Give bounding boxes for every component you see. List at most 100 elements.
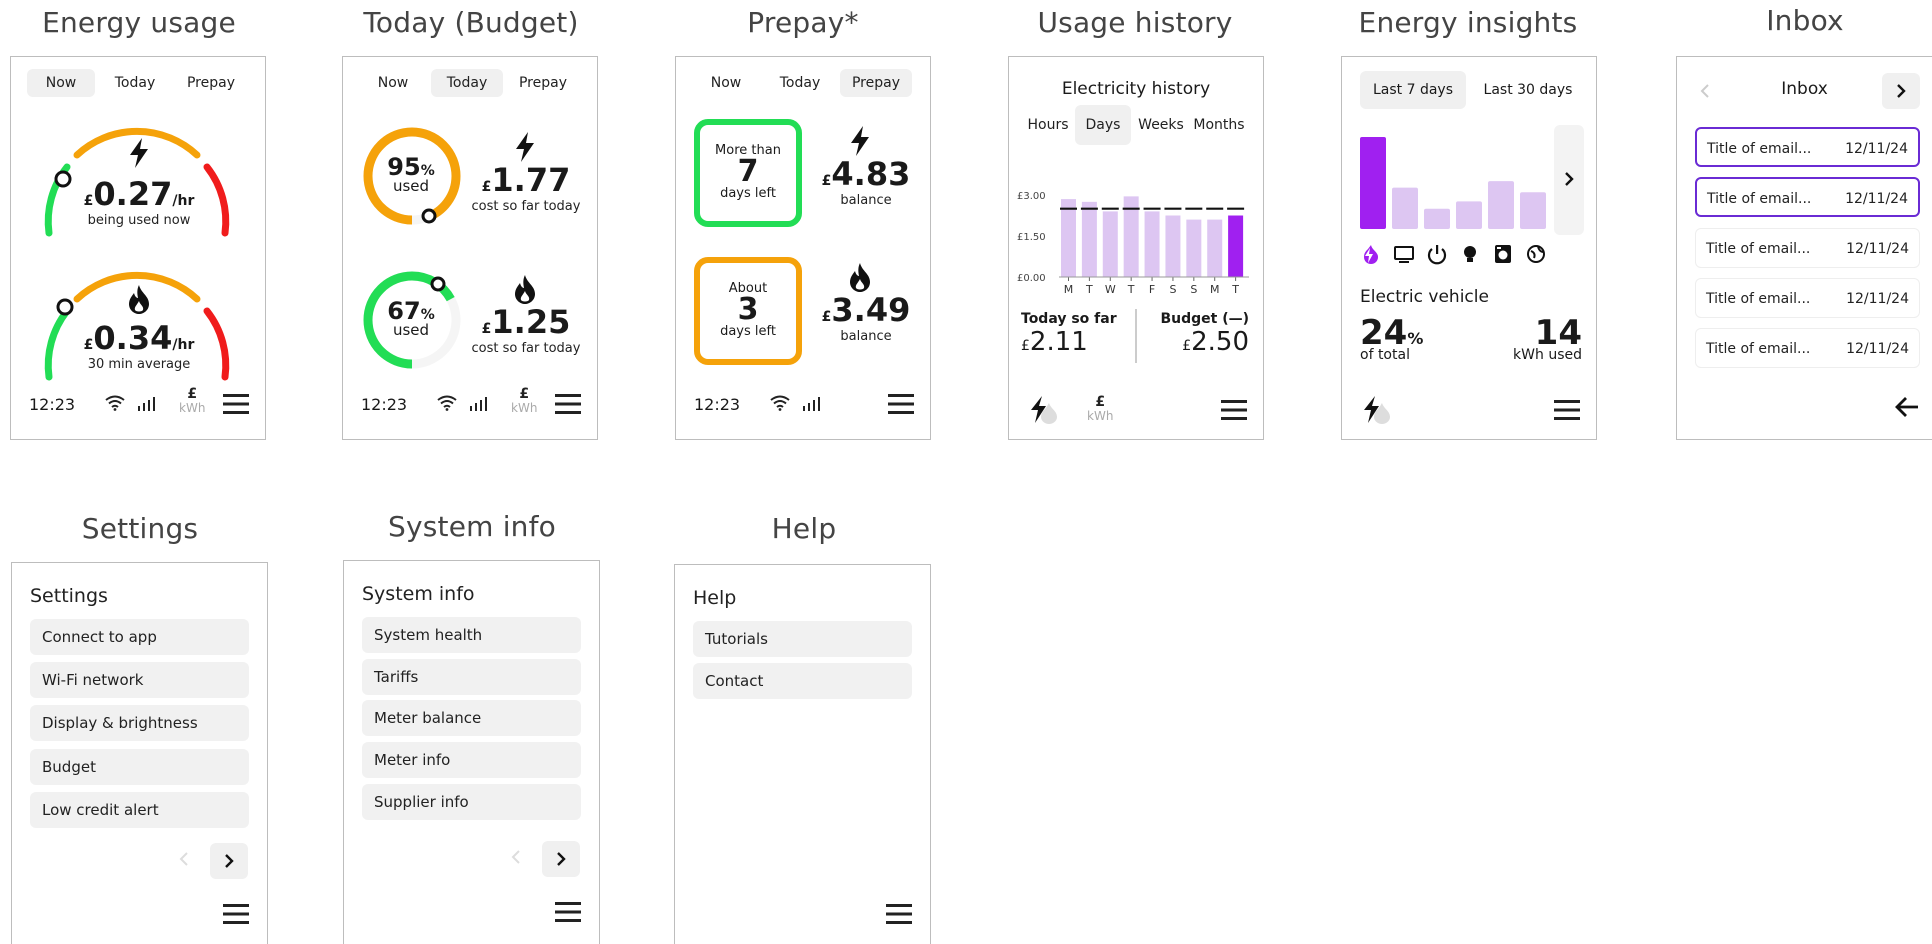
bar	[1165, 215, 1181, 277]
settings-item-budget[interactable]: Budget	[30, 749, 249, 785]
tab-last-7-days[interactable]: Last 7 days	[1360, 71, 1466, 109]
section-title-energy-insights: Energy insights	[1358, 6, 1578, 39]
tab-weeks[interactable]: Weeks	[1133, 111, 1189, 139]
kwh-unit: kWh	[511, 401, 538, 415]
y-tick-label: £1.50	[1017, 232, 1046, 243]
settings-item-wifi-network[interactable]: Wi-Fi network	[30, 662, 249, 698]
help-item-contact[interactable]: Contact	[693, 663, 912, 699]
tab-today[interactable]: Today	[431, 69, 503, 97]
chevron-left-icon[interactable]	[1699, 83, 1711, 99]
system-item-supplier-info[interactable]: Supplier info	[362, 784, 581, 820]
email-row[interactable]: Title of email... 12/11/24	[1695, 127, 1920, 167]
menu-icon[interactable]	[555, 901, 581, 923]
x-tick-label: M	[1064, 283, 1074, 296]
cost-caption: cost so far today	[471, 199, 581, 214]
wifi-icon	[770, 395, 790, 411]
system-item-tariffs[interactable]: Tariffs	[362, 659, 581, 695]
settings-item-low-credit-alert[interactable]: Low credit alert	[30, 792, 249, 828]
x-tick-label: S	[1169, 283, 1176, 296]
gas-cost: £1.25 cost so far today	[465, 303, 587, 356]
tab-months[interactable]: Months	[1191, 111, 1247, 139]
email-row[interactable]: Title of email... 12/11/24	[1695, 278, 1920, 318]
tab-now[interactable]: Now	[27, 69, 95, 97]
wifi-icon	[105, 395, 125, 411]
tab-prepay[interactable]: Prepay	[507, 69, 579, 97]
tab-prepay[interactable]: Prepay	[840, 69, 912, 97]
menu-icon[interactable]	[555, 393, 581, 415]
system-item-system-health[interactable]: System health	[362, 617, 581, 653]
bar	[1207, 219, 1223, 277]
appliance-icons	[1360, 243, 1547, 265]
menu-icon[interactable]	[1221, 399, 1247, 421]
unit-toggle[interactable]: £ kWh	[511, 387, 537, 415]
clock: 12:23	[361, 395, 408, 414]
next-page-button[interactable]	[1882, 73, 1920, 109]
power-icon[interactable]	[1426, 243, 1448, 265]
tab-today[interactable]: Today	[99, 69, 171, 97]
tv-icon[interactable]	[1393, 243, 1415, 265]
appliance-bar[interactable]	[1456, 201, 1482, 229]
clock: 12:23	[694, 395, 741, 414]
electricity-icon	[130, 138, 148, 168]
flame-icon	[129, 285, 149, 314]
email-subject: Title of email...	[1706, 341, 1811, 357]
tab-now[interactable]: Now	[359, 69, 427, 97]
chevron-left-icon[interactable]	[510, 849, 522, 865]
rate-unit: /hr	[172, 193, 195, 209]
back-arrow-icon[interactable]	[1894, 395, 1920, 419]
appliance-bar[interactable]	[1360, 137, 1386, 229]
menu-icon[interactable]	[888, 393, 914, 415]
period-tabs: Hours Days Weeks Months	[1023, 105, 1247, 145]
appliance-bar[interactable]	[1488, 181, 1514, 229]
tab-today[interactable]: Today	[764, 69, 836, 97]
electricity-rate-value: 0.27	[93, 175, 173, 213]
today-so-far: £2.11	[1021, 327, 1088, 357]
next-page-button[interactable]	[542, 841, 580, 877]
next-page-button[interactable]	[210, 843, 248, 879]
globe-icon[interactable]	[1525, 243, 1547, 265]
help-item-tutorials[interactable]: Tutorials	[693, 621, 912, 657]
menu-icon[interactable]	[223, 903, 249, 925]
ev-icon[interactable]	[1360, 243, 1382, 265]
section-title-prepay: Prepay*	[747, 6, 859, 39]
settings-item-connect-to-app[interactable]: Connect to app	[30, 619, 249, 655]
section-title-settings: Settings	[81, 512, 199, 545]
appliance-bar[interactable]	[1520, 192, 1546, 229]
tab-last-30-days[interactable]: Last 30 days	[1470, 71, 1586, 109]
email-row[interactable]: Title of email... 12/11/24	[1695, 328, 1920, 368]
menu-icon[interactable]	[223, 393, 249, 415]
appliance-name: Electric vehicle	[1360, 287, 1489, 307]
system-item-meter-info[interactable]: Meter info	[362, 742, 581, 778]
gas-cost-value: 1.25	[491, 303, 571, 341]
tab-bar: Now Today Prepay	[359, 69, 579, 97]
gas-balance-value: 3.49	[831, 291, 911, 329]
rate-unit: /hr	[172, 337, 195, 353]
fuel-toggle-icon[interactable]	[1362, 395, 1396, 425]
chevron-left-icon[interactable]	[178, 851, 190, 867]
settings-screen: Settings Connect to app Wi-Fi network Di…	[11, 562, 268, 944]
system-item-meter-balance[interactable]: Meter balance	[362, 700, 581, 736]
email-row[interactable]: Title of email... 12/11/24	[1695, 177, 1920, 217]
tab-hours[interactable]: Hours	[1023, 111, 1073, 139]
gas-budget-percent: 67% used	[371, 297, 451, 339]
menu-icon[interactable]	[1554, 399, 1580, 421]
gas-balance: £3.49 balance	[810, 291, 922, 344]
tab-prepay[interactable]: Prepay	[175, 69, 247, 97]
tab-days[interactable]: Days	[1075, 105, 1131, 145]
unit-toggle[interactable]: £ kWh	[179, 387, 205, 415]
tab-now[interactable]: Now	[692, 69, 760, 97]
section-title-usage-history: Usage history	[1037, 6, 1233, 39]
unit-toggle[interactable]: £ kWh	[1087, 395, 1113, 423]
menu-icon[interactable]	[886, 903, 912, 925]
today-budget-screen: Now Today Prepay 95% used £1.77 cost so …	[342, 56, 598, 440]
kwh-caption: kWh used	[1513, 347, 1582, 363]
next-chart-button[interactable]	[1554, 125, 1584, 235]
email-row[interactable]: Title of email... 12/11/24	[1695, 228, 1920, 268]
days-suffix: days left	[720, 324, 776, 339]
fuel-toggle-icon[interactable]	[1029, 395, 1063, 425]
appliance-bar[interactable]	[1424, 208, 1450, 229]
settings-item-display-brightness[interactable]: Display & brightness	[30, 705, 249, 741]
bulb-icon[interactable]	[1459, 243, 1481, 265]
appliance-bar[interactable]	[1392, 187, 1418, 229]
washer-icon[interactable]	[1492, 243, 1514, 265]
